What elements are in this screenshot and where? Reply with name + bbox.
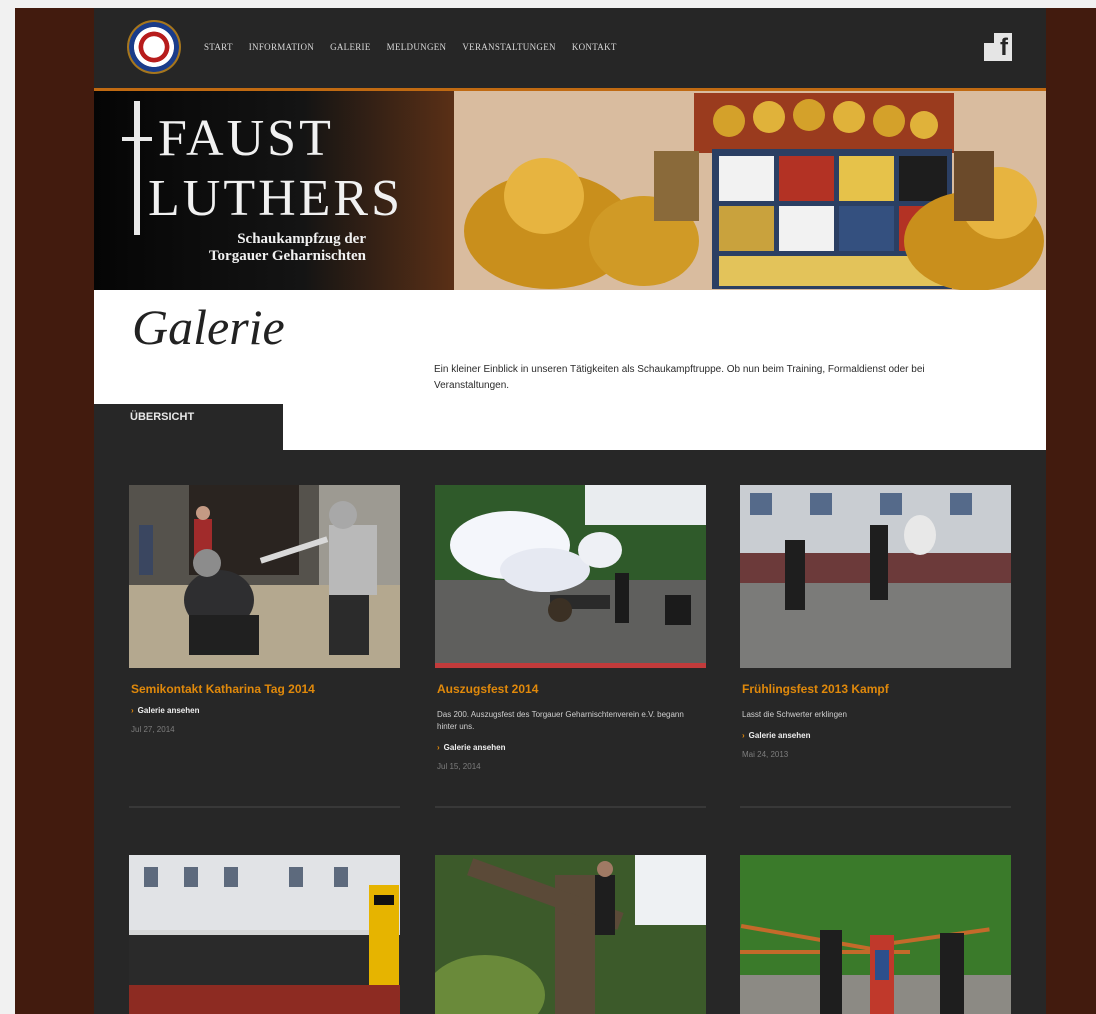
gallery-card-title[interactable]: Frühlingsfest 2013 Kampf xyxy=(742,682,1011,696)
tree-climb-photo xyxy=(435,855,706,1014)
tab-uebersicht[interactable]: ÜBERSICHT xyxy=(94,404,283,450)
banner-title-line1: FAUST xyxy=(158,110,334,167)
nav-item-galerie[interactable]: GALERIE xyxy=(330,42,371,52)
gallery-card-description: Lasst die Schwerter erklingen xyxy=(742,710,847,719)
site-container: START INFORMATION GALERIE MELDUNGEN VERA… xyxy=(94,8,1046,1014)
nav-item-start[interactable]: START xyxy=(204,42,233,52)
gallery-card-date: Jul 15, 2014 xyxy=(437,762,481,771)
view-gallery-link[interactable]: › Galerie ansehen xyxy=(742,731,1011,740)
knight-fight-photo xyxy=(129,485,400,668)
gallery-thumbnail[interactable] xyxy=(435,485,706,668)
gallery-thumbnail[interactable] xyxy=(129,855,400,1014)
gallery-card-3: Frühlingsfest 2013 Kampf Lasst die Schwe… xyxy=(740,485,1011,759)
gallery-card-2: Auszugsfest 2014 Das 200. Auszugsfest de… xyxy=(435,485,706,771)
card-separator xyxy=(435,806,706,808)
gallery-card-4 xyxy=(129,855,400,1014)
view-gallery-label: Galerie ansehen xyxy=(748,731,811,740)
arrow-icon: › xyxy=(437,743,440,752)
gallery-thumbnail[interactable] xyxy=(740,855,1011,1014)
top-navigation-bar: START INFORMATION GALERIE MELDUNGEN VERA… xyxy=(94,8,1046,91)
page-title: Galerie xyxy=(132,299,285,355)
gallery-card-6 xyxy=(740,855,1011,1014)
gallery-card-description: Das 200. Auszugsfest des Torgauer Geharn… xyxy=(437,710,684,731)
view-gallery-label: Galerie ansehen xyxy=(443,743,506,752)
view-gallery-link[interactable]: › Galerie ansehen xyxy=(131,706,400,715)
arrow-icon: › xyxy=(742,731,745,740)
banner-subtitle-line1: Schaukampfzug der xyxy=(237,231,366,247)
coat-of-arms-image xyxy=(454,91,1046,290)
sword-icon xyxy=(122,101,152,235)
main-menu: START INFORMATION GALERIE MELDUNGEN VERA… xyxy=(204,42,617,52)
pike-drill-photo xyxy=(740,855,1011,1014)
arrow-icon: › xyxy=(131,706,134,715)
gallery-card-date: Mai 24, 2013 xyxy=(742,750,789,759)
nav-item-information[interactable]: INFORMATION xyxy=(249,42,314,52)
gallery-thumbnail[interactable] xyxy=(740,485,1011,668)
gallery-thumbnail[interactable] xyxy=(129,485,400,668)
intro-text: Ein kleiner Einblick in unseren Tätigkei… xyxy=(434,364,925,391)
parade-photo xyxy=(129,855,400,1014)
gallery-intro: Galerie Ein kleiner Einblick in unseren … xyxy=(94,290,1046,450)
gallery-card-1: Semikontakt Katharina Tag 2014 › Galerie … xyxy=(129,485,400,734)
facebook-icon[interactable]: f xyxy=(984,33,1012,61)
nav-item-meldungen[interactable]: MELDUNGEN xyxy=(387,42,447,52)
view-gallery-label: Galerie ansehen xyxy=(137,706,200,715)
luther-rose-logo[interactable] xyxy=(129,22,179,72)
card-separator xyxy=(740,806,1011,808)
spring-fest-photo xyxy=(740,485,1011,668)
nav-item-kontakt[interactable]: KONTAKT xyxy=(572,42,617,52)
gallery-card-title[interactable]: Auszugsfest 2014 xyxy=(437,682,706,696)
gallery-card-5 xyxy=(435,855,706,1014)
banner-title-line2: LUTHERS xyxy=(148,170,403,227)
banner-subtitle: Schaukampfzug der Torgauer Geharnischten xyxy=(209,231,366,265)
gallery-thumbnail[interactable] xyxy=(435,855,706,1014)
header-banner: FAUST LUTHERS Schaukampfzug der Torgauer… xyxy=(94,91,1046,290)
gallery-card-date: Jul 27, 2014 xyxy=(131,725,175,734)
view-gallery-link[interactable]: › Galerie ansehen xyxy=(437,743,706,752)
card-separator xyxy=(129,806,400,808)
gallery-card-title[interactable]: Semikontakt Katharina Tag 2014 xyxy=(131,682,400,696)
nav-item-veranstaltungen[interactable]: VERANSTALTUNGEN xyxy=(462,42,555,52)
banner-subtitle-line2: Torgauer Geharnischten xyxy=(208,248,366,264)
cannon-smoke-photo xyxy=(435,485,706,668)
